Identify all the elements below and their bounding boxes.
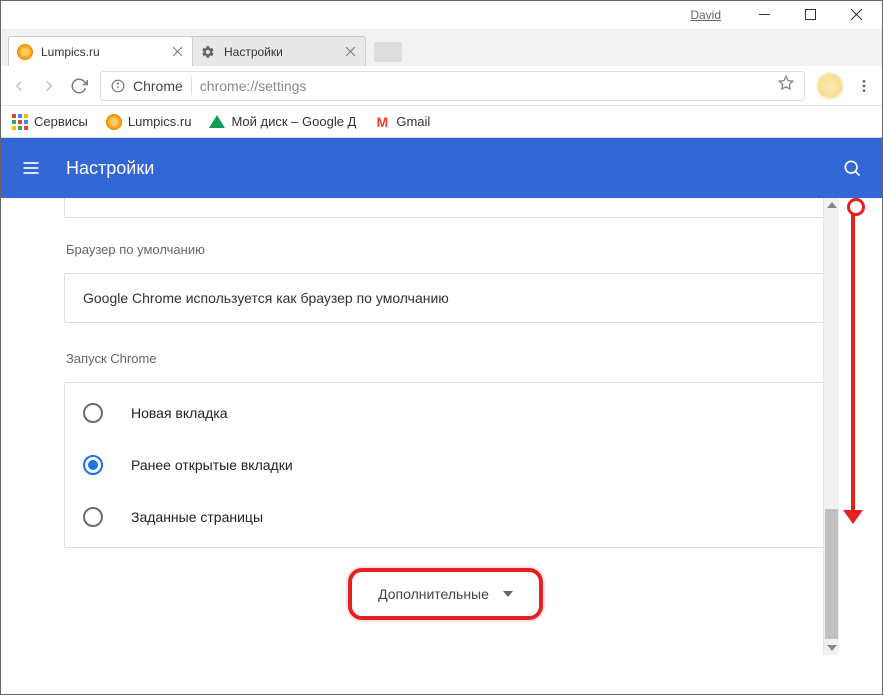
radio-icon bbox=[83, 507, 103, 527]
orange-circle-icon bbox=[17, 44, 33, 60]
forward-button[interactable] bbox=[40, 77, 58, 95]
orange-circle-icon bbox=[106, 114, 122, 130]
advanced-label: Дополнительные bbox=[378, 586, 489, 602]
menu-icon[interactable] bbox=[20, 157, 42, 179]
bookmarks-bar: Сервисы Lumpics.ru Мой диск – Google Д M… bbox=[0, 106, 883, 138]
section-label-default-browser: Браузер по умолчанию bbox=[66, 242, 827, 257]
omnibox-url: chrome://settings bbox=[200, 78, 307, 94]
window-maximize-button[interactable] bbox=[787, 0, 833, 30]
advanced-toggle-button[interactable]: Дополнительные bbox=[358, 576, 533, 612]
apps-shortcut[interactable]: Сервисы bbox=[12, 114, 88, 130]
window-minimize-button[interactable] bbox=[741, 0, 787, 30]
back-button[interactable] bbox=[10, 77, 28, 95]
radio-label: Заданные страницы bbox=[131, 509, 263, 525]
profile-user-label[interactable]: David bbox=[690, 8, 721, 22]
scrollbar-thumb[interactable] bbox=[825, 509, 838, 639]
reload-button[interactable] bbox=[70, 77, 88, 95]
window-titlebar: David bbox=[0, 0, 883, 30]
bookmark-gdrive[interactable]: Мой диск – Google Д bbox=[209, 114, 356, 130]
chevron-down-icon bbox=[503, 591, 513, 597]
chrome-menu-button[interactable] bbox=[855, 77, 873, 95]
gear-icon bbox=[200, 44, 216, 60]
new-tab-button[interactable] bbox=[374, 42, 402, 62]
search-icon[interactable] bbox=[841, 157, 863, 179]
toolbar: Chrome chrome://settings bbox=[0, 66, 883, 106]
profile-avatar[interactable] bbox=[817, 73, 843, 99]
settings-header: Настройки bbox=[0, 138, 883, 198]
annotation-arrow bbox=[851, 200, 855, 512]
section-label-startup: Запуск Chrome bbox=[66, 351, 827, 366]
bookmark-star-icon[interactable] bbox=[778, 75, 794, 96]
tab-settings[interactable]: Настройки bbox=[181, 36, 366, 66]
bookmark-lumpics[interactable]: Lumpics.ru bbox=[106, 114, 192, 130]
separator bbox=[191, 77, 192, 95]
bookmark-label: Мой диск – Google Д bbox=[231, 114, 356, 129]
window-close-button[interactable] bbox=[833, 0, 879, 30]
scroll-up-icon[interactable] bbox=[827, 202, 837, 208]
bookmark-gmail[interactable]: M Gmail bbox=[374, 114, 430, 130]
tab-strip: Lumpics.ru Настройки bbox=[0, 30, 883, 66]
radio-icon bbox=[83, 455, 103, 475]
gmail-icon: M bbox=[374, 114, 390, 130]
scroll-down-icon[interactable] bbox=[827, 645, 837, 651]
scrollbar[interactable] bbox=[823, 198, 839, 655]
startup-card: Новая вкладка Ранее открытые вкладки Зад… bbox=[64, 382, 827, 548]
bookmark-label: Gmail bbox=[396, 114, 430, 129]
omnibox[interactable]: Chrome chrome://settings bbox=[100, 71, 805, 101]
close-icon[interactable] bbox=[343, 45, 357, 59]
bookmark-label: Сервисы bbox=[34, 114, 88, 129]
default-browser-status: Google Chrome используется как браузер п… bbox=[83, 290, 808, 306]
apps-grid-icon bbox=[12, 114, 28, 130]
page-title: Настройки bbox=[66, 158, 841, 179]
bookmark-label: Lumpics.ru bbox=[128, 114, 192, 129]
omnibox-scheme: Chrome bbox=[133, 78, 183, 94]
settings-content: Браузер по умолчанию Google Chrome испол… bbox=[44, 198, 839, 655]
close-icon[interactable] bbox=[170, 45, 184, 59]
startup-option-specific-pages[interactable]: Заданные страницы bbox=[83, 491, 808, 543]
startup-option-continue[interactable]: Ранее открытые вкладки bbox=[83, 439, 808, 491]
radio-label: Ранее открытые вкладки bbox=[131, 457, 293, 473]
gdrive-icon bbox=[209, 114, 225, 130]
card-fragment bbox=[64, 198, 827, 218]
info-icon bbox=[111, 79, 125, 93]
radio-icon bbox=[83, 403, 103, 423]
startup-option-new-tab[interactable]: Новая вкладка bbox=[83, 387, 808, 439]
tab-title: Настройки bbox=[224, 45, 343, 59]
default-browser-card: Google Chrome используется как браузер п… bbox=[64, 273, 827, 323]
tab-lumpics[interactable]: Lumpics.ru bbox=[8, 36, 193, 66]
tab-title: Lumpics.ru bbox=[41, 45, 170, 59]
radio-label: Новая вкладка bbox=[131, 405, 228, 421]
